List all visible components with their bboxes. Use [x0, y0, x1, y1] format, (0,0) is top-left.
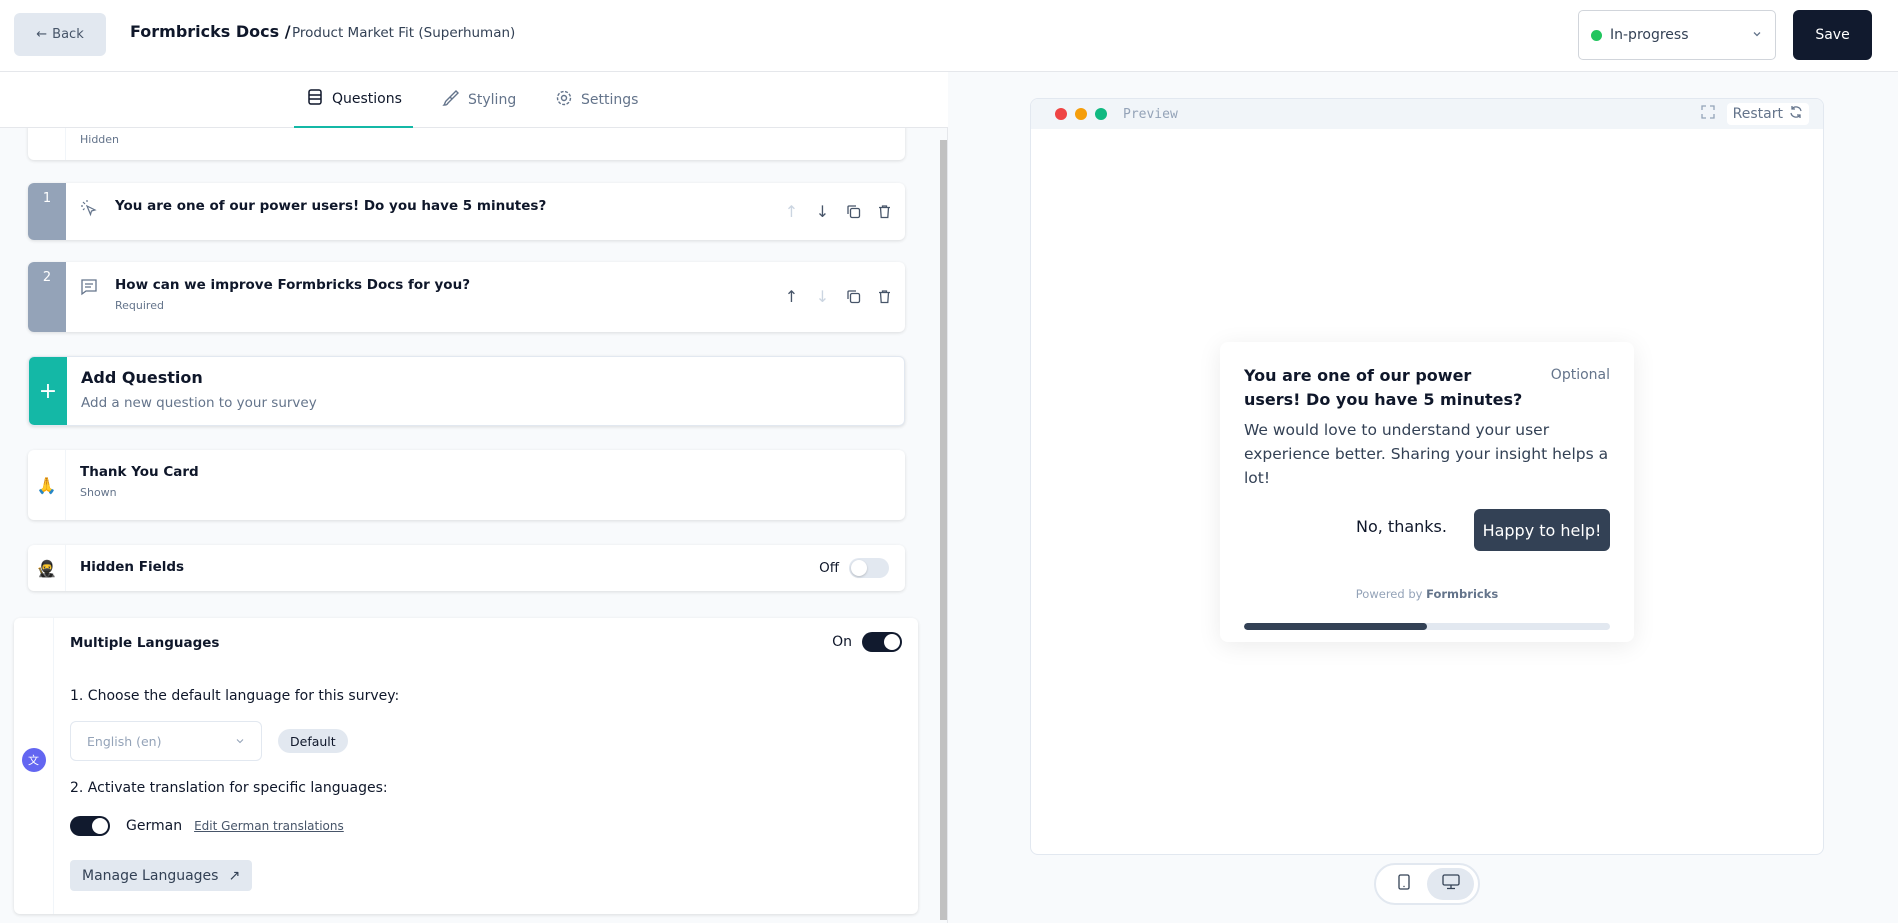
status-label: In-progress — [1610, 27, 1689, 43]
trash-icon[interactable] — [876, 288, 893, 305]
hidden-fields-card[interactable]: 🥷 Hidden Fields Off — [28, 545, 905, 591]
hidden-fields-toggle-label: Off — [819, 560, 839, 576]
thank-you-title: Thank You Card — [80, 464, 199, 480]
multi-language-toggle[interactable] — [862, 632, 902, 652]
multi-language-toggle-label: On — [832, 634, 852, 650]
gear-icon — [555, 89, 573, 111]
preview-question-description: We would love to understand your user ex… — [1244, 421, 1609, 487]
maximize-dot — [1095, 108, 1107, 120]
copy-icon[interactable] — [845, 288, 862, 305]
survey-name-input[interactable]: Product Market Fit (Superhuman) — [292, 25, 515, 41]
tab-settings[interactable]: Settings — [555, 72, 638, 128]
question-number: 2 — [28, 262, 66, 332]
survey-progress-fill — [1244, 623, 1427, 630]
survey-editor: Questions Styling Settings Hidden 1 You … — [0, 72, 948, 923]
thank-you-status: Shown — [80, 486, 117, 499]
dismiss-button[interactable]: No, thanks. — [1356, 517, 1447, 536]
powered-brand: Formbricks — [1426, 587, 1499, 601]
add-question-subtitle: Add a new question to your survey — [81, 395, 317, 411]
manage-languages-label: Manage Languages — [82, 867, 219, 884]
arrow-up-icon[interactable]: ↑ — [783, 287, 800, 306]
external-link-icon: ↗ — [228, 867, 241, 884]
accept-button[interactable]: Happy to help! — [1474, 509, 1610, 551]
minimize-dot — [1075, 108, 1087, 120]
preview-window-bar: Preview Restart — [1031, 99, 1823, 129]
trash-icon[interactable] — [876, 203, 893, 220]
powered-by: Powered by Formbricks — [1220, 587, 1634, 601]
editor-scrollbar[interactable] — [940, 140, 947, 920]
top-bar: ← Back Formbricks Docs / Product Market … — [0, 0, 1898, 72]
mobile-view-button[interactable] — [1380, 868, 1427, 900]
edit-translations-link[interactable]: Edit German translations — [194, 819, 344, 833]
hidden-fields-toggle[interactable] — [849, 558, 889, 578]
preview-question-title: You are one of our power users! Do you h… — [1244, 366, 1523, 409]
arrow-down-icon[interactable]: ↓ — [814, 202, 831, 221]
brand-name: Formbricks Docs / — [130, 22, 291, 41]
tab-label: Settings — [581, 92, 639, 108]
save-button[interactable]: Save — [1793, 10, 1872, 60]
arrow-down-icon[interactable]: ↓ — [814, 287, 831, 306]
arrow-up-icon[interactable]: ↑ — [783, 202, 800, 221]
hidden-fields-title: Hidden Fields — [80, 559, 185, 575]
default-badge: Default — [278, 729, 348, 753]
editor-tabs: Questions Styling Settings — [0, 72, 948, 128]
arrow-left-icon: ← — [36, 27, 48, 42]
optional-label: Optional — [1550, 367, 1610, 383]
chevron-down-icon — [1751, 28, 1763, 43]
tab-label: Styling — [468, 92, 517, 108]
device-toggle — [1374, 863, 1480, 905]
ninja-icon: 🥷 — [28, 545, 66, 591]
open-text-icon — [80, 278, 98, 300]
welcome-status: Hidden — [80, 133, 120, 146]
status-dot — [1591, 29, 1602, 41]
default-language-select[interactable]: English (en) — [70, 721, 262, 761]
thank-you-card[interactable]: 🙏 Thank You Card Shown — [28, 450, 905, 520]
close-dot — [1055, 108, 1067, 120]
question-card[interactable]: 1 You are one of our power users! Do you… — [28, 183, 905, 240]
monitor-icon — [1441, 874, 1460, 894]
plus-icon: + — [29, 357, 67, 425]
translate-icon: 文 — [21, 748, 46, 772]
default-language-label: 1. Choose the default language for this … — [70, 688, 400, 704]
add-question-title: Add Question — [81, 368, 203, 387]
multi-language-card: 文 Multiple Languages On 1. Choose the de… — [14, 618, 918, 914]
tab-styling[interactable]: Styling — [442, 72, 516, 128]
paintbrush-icon — [442, 89, 460, 111]
question-required: Required — [115, 299, 164, 312]
restart-button[interactable]: Restart — [1726, 103, 1809, 125]
tab-label: Questions — [332, 91, 402, 107]
german-toggle[interactable] — [70, 816, 110, 836]
refresh-icon — [1789, 105, 1803, 123]
cta-cursor-icon — [80, 199, 98, 221]
multi-language-title: Multiple Languages — [70, 635, 220, 651]
back-button[interactable]: ← Back — [14, 13, 106, 56]
chevron-down-icon — [235, 734, 245, 749]
question-card[interactable]: 2 How can we improve Formbricks Docs for… — [28, 262, 905, 332]
status-select[interactable]: In-progress — [1578, 10, 1776, 60]
default-language-value: English (en) — [87, 733, 162, 749]
preview-label: Preview — [1123, 106, 1178, 122]
expand-icon[interactable] — [1701, 105, 1715, 123]
survey-preview-card: You are one of our power users! Do you h… — [1220, 342, 1634, 642]
translation-label: 2. Activate translation for specific lan… — [70, 780, 388, 796]
questions-icon — [306, 88, 324, 110]
desktop-view-button[interactable] — [1427, 868, 1474, 900]
back-label: Back — [52, 27, 84, 42]
powered-prefix: Powered by — [1355, 587, 1423, 601]
manage-languages-button[interactable]: Manage Languages ↗ — [70, 860, 253, 891]
question-title: You are one of our power users! Do you h… — [115, 198, 547, 214]
smartphone-icon — [1397, 874, 1410, 894]
multi-language-side: 文 — [14, 618, 54, 914]
add-question-button[interactable]: + Add Question Add a new question to you… — [28, 356, 905, 426]
praying-hands-icon: 🙏 — [28, 450, 66, 520]
language-name: German — [126, 818, 183, 834]
copy-icon[interactable] — [845, 203, 862, 220]
question-number: 1 — [28, 183, 66, 240]
tab-questions[interactable]: Questions — [294, 72, 413, 128]
restart-label: Restart — [1732, 106, 1783, 122]
question-title: How can we improve Formbricks Docs for y… — [115, 277, 471, 293]
survey-progress-bar — [1244, 623, 1610, 630]
